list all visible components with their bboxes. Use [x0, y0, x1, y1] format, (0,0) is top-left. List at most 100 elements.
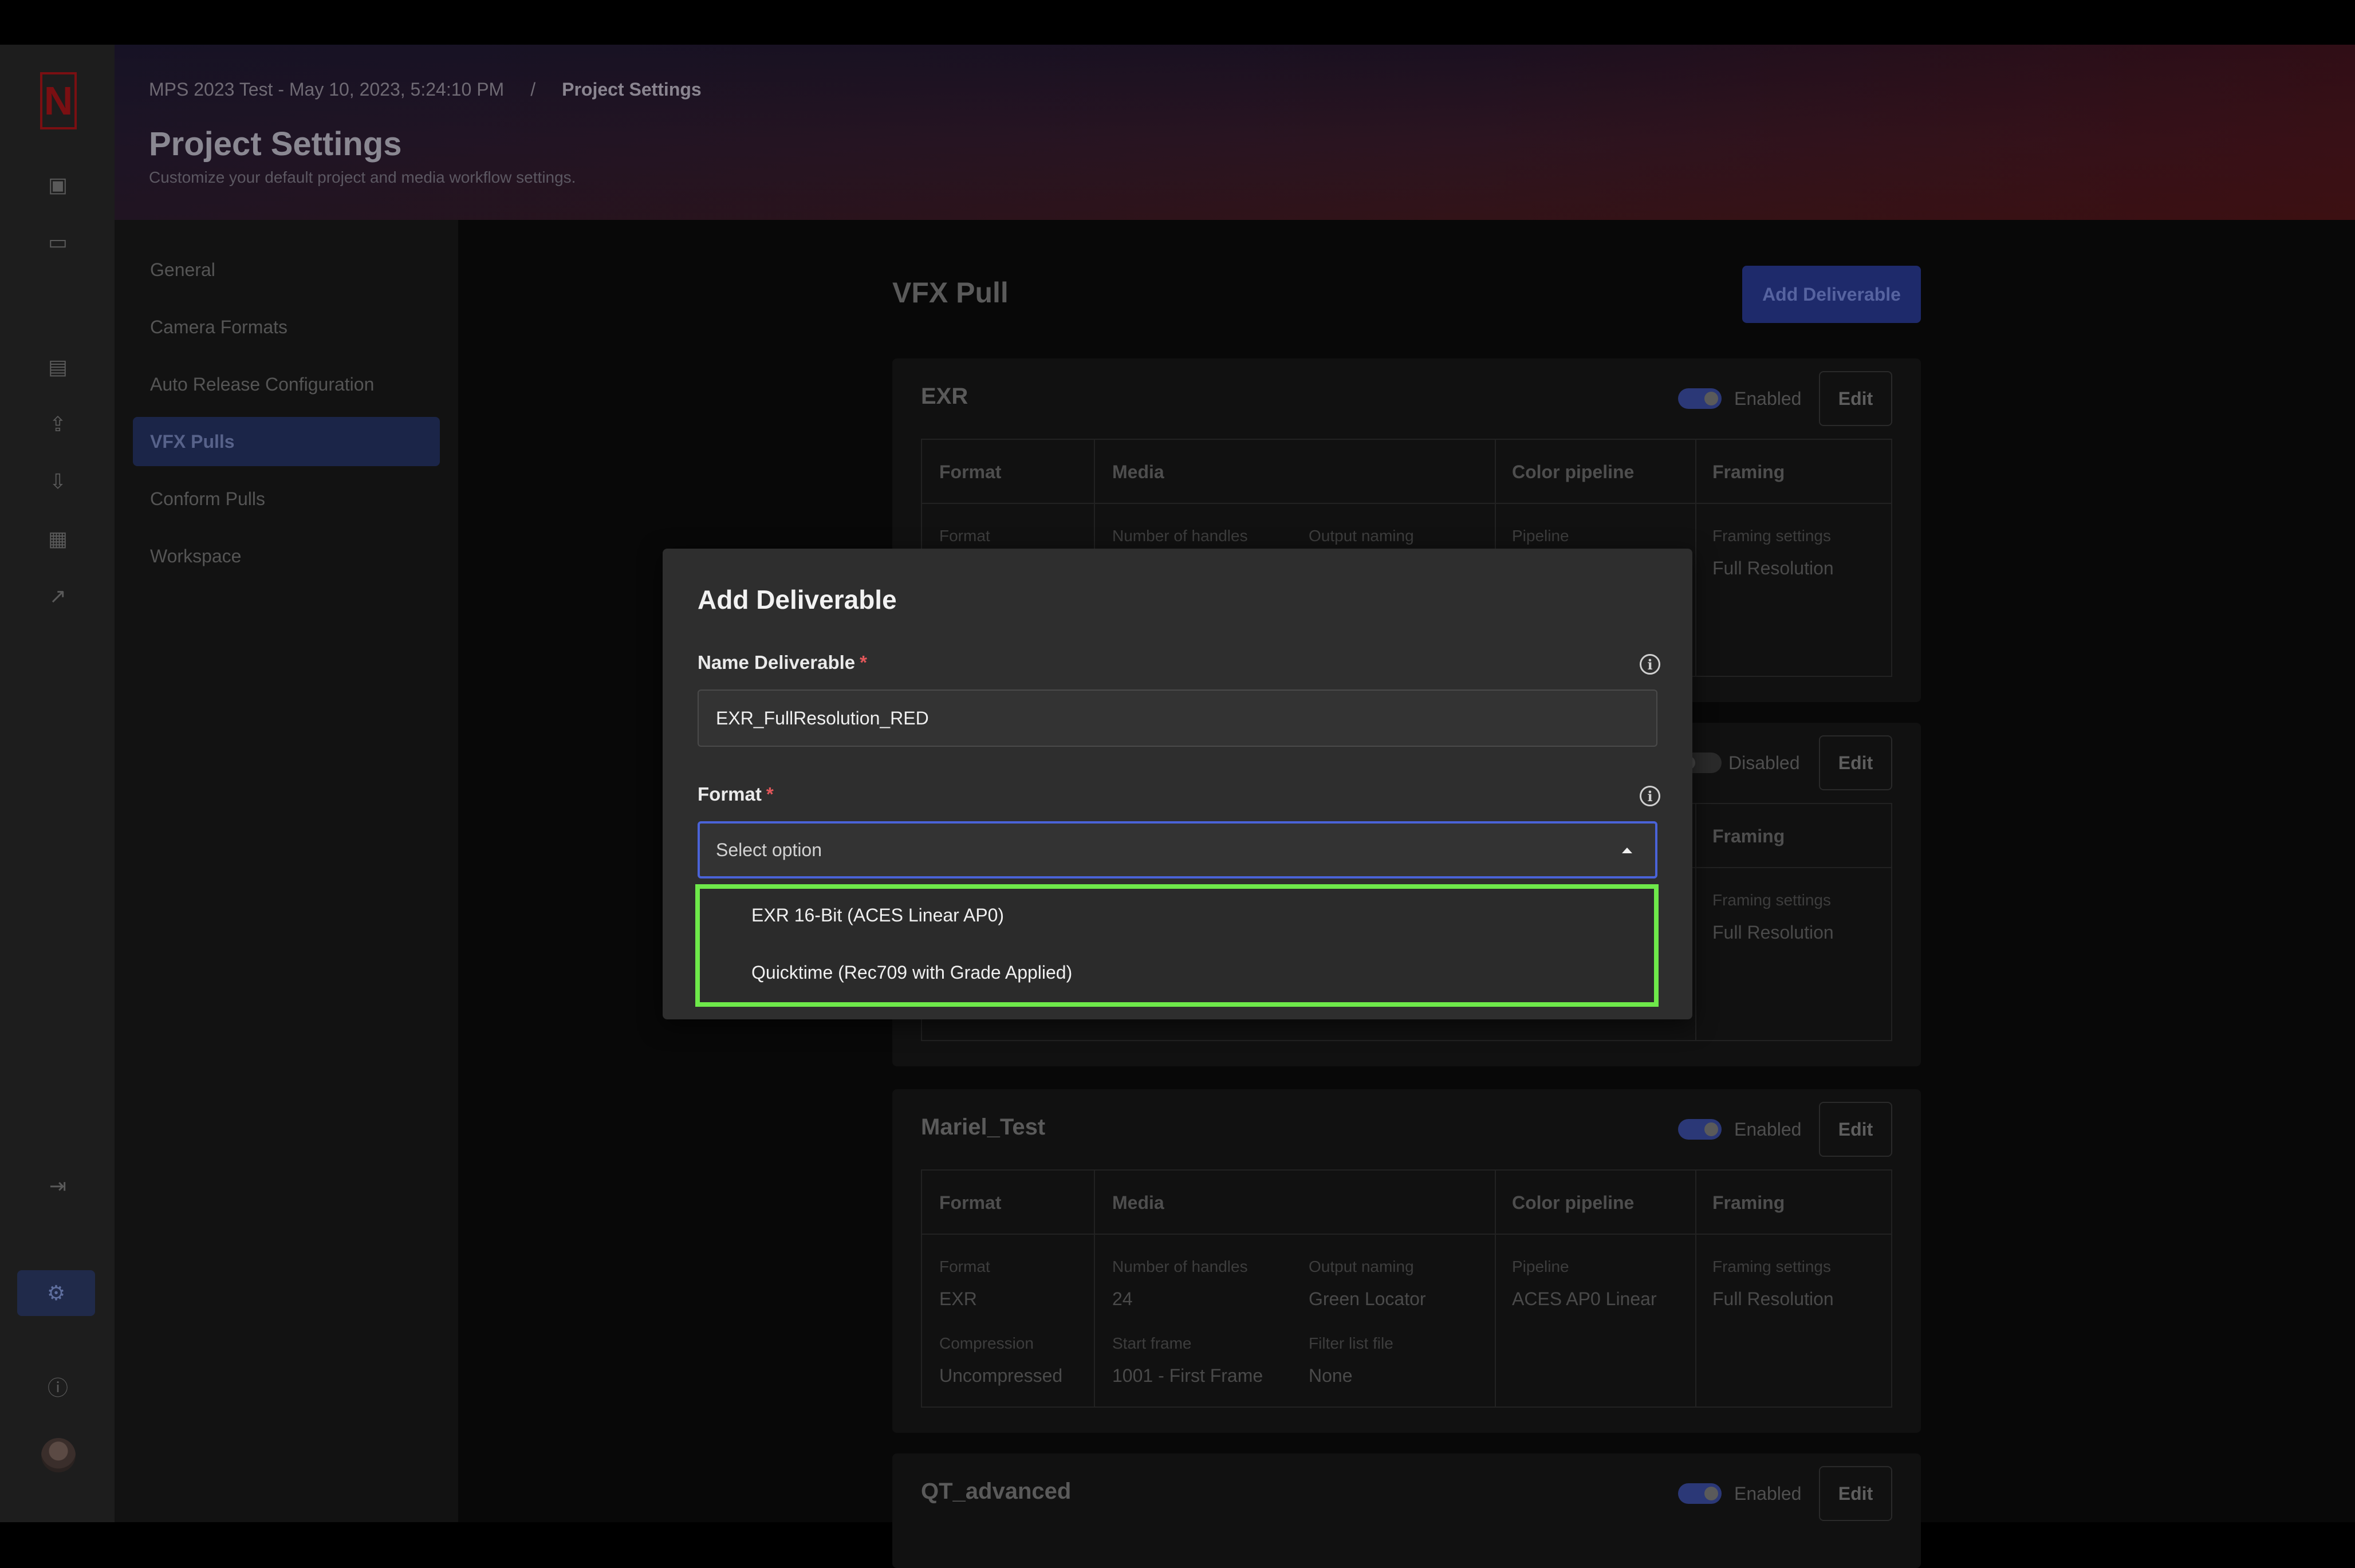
breadcrumb: MPS 2023 Test - May 10, 2023, 5:24:10 PM…: [149, 79, 702, 100]
enabled-toggle[interactable]: [1678, 1483, 1722, 1504]
col-media: Media: [1112, 1192, 1164, 1213]
field-label: Framing settings: [1712, 891, 1831, 909]
toggle-label: Disabled: [1728, 753, 1800, 773]
edit-button[interactable]: Edit: [1819, 1102, 1892, 1157]
nav-item-conform-pulls[interactable]: Conform Pulls: [133, 474, 440, 523]
field-value: 24: [1112, 1289, 1133, 1309]
format-options-dropdown: EXR 16-Bit (ACES Linear AP0) Quicktime (…: [695, 884, 1659, 1007]
field-value: Full Resolution: [1712, 922, 1834, 943]
play-icon[interactable]: ▣: [45, 172, 71, 198]
toggle-label: Enabled: [1734, 1483, 1802, 1504]
download-icon[interactable]: ⇩: [45, 468, 71, 495]
field-label: Pipeline: [1512, 1258, 1569, 1275]
field-label: Format: [939, 527, 990, 545]
nav-item-vfx-pulls[interactable]: VFX Pulls: [133, 417, 440, 466]
field-value: Full Resolution: [1712, 558, 1834, 578]
field-value: None: [1309, 1365, 1353, 1386]
format-select[interactable]: Select option: [698, 821, 1657, 878]
netflix-logo-icon[interactable]: N: [40, 72, 77, 129]
arrow-icon[interactable]: ↗: [45, 583, 71, 609]
col-framing: Framing: [1712, 462, 1785, 482]
collapse-icon[interactable]: ⇥: [45, 1173, 71, 1199]
help-icon[interactable]: ⓘ: [45, 1373, 71, 1400]
enabled-toggle[interactable]: [1678, 1119, 1722, 1140]
info-icon[interactable]: i: [1640, 786, 1660, 806]
field-label: Start frame: [1112, 1334, 1192, 1352]
settings-nav: General Camera Formats Auto Release Conf…: [115, 220, 458, 1522]
edit-button[interactable]: Edit: [1819, 1466, 1892, 1521]
required-mark: *: [766, 783, 774, 805]
add-deliverable-button[interactable]: Add Deliverable: [1742, 266, 1921, 323]
breadcrumb-current: Project Settings: [562, 79, 702, 100]
label-text: Name Deliverable: [698, 652, 856, 673]
field-label: Output naming: [1309, 527, 1414, 545]
format-label: Format *: [698, 783, 774, 805]
col-color-pipeline: Color pipeline: [1512, 1192, 1635, 1213]
settings-gear-icon[interactable]: ⚙: [17, 1270, 95, 1316]
col-color-pipeline: Color pipeline: [1512, 462, 1635, 482]
field-label: Compression: [939, 1334, 1034, 1352]
nav-item-auto-release[interactable]: Auto Release Configuration: [133, 360, 440, 409]
edit-button[interactable]: Edit: [1819, 371, 1892, 426]
page-subtitle: Customize your default project and media…: [149, 168, 576, 186]
calendar-icon[interactable]: ▦: [45, 526, 71, 552]
info-icon[interactable]: i: [1640, 654, 1660, 675]
field-label: Filter list file: [1309, 1334, 1393, 1352]
field-value: ACES AP0 Linear: [1512, 1289, 1657, 1309]
field-value: EXR: [939, 1289, 977, 1309]
edit-button[interactable]: Edit: [1819, 735, 1892, 790]
row-divider: [922, 1234, 1891, 1235]
field-value: Uncompressed: [939, 1365, 1063, 1386]
card-title: QT_advanced: [921, 1479, 1072, 1504]
nav-item-camera-formats[interactable]: Camera Formats: [133, 302, 440, 352]
upload-icon[interactable]: ⇪: [45, 411, 71, 438]
caret-up-icon: [1622, 848, 1632, 853]
nav-item-general[interactable]: General: [133, 245, 440, 294]
field-value: Full Resolution: [1712, 1289, 1834, 1309]
col-divider: [1695, 804, 1696, 1041]
enabled-toggle[interactable]: [1678, 388, 1722, 409]
field-label: Pipeline: [1512, 527, 1569, 545]
select-placeholder: Select option: [716, 839, 822, 860]
option-exr-16bit[interactable]: EXR 16-Bit (ACES Linear AP0): [751, 905, 1004, 926]
deliverable-card-mariel-test: Mariel_Test Enabled Edit Format Media Co…: [892, 1089, 1921, 1433]
name-deliverable-input[interactable]: EXR_FullResolution_RED: [698, 690, 1657, 747]
name-deliverable-label: Name Deliverable *: [698, 652, 867, 673]
col-divider: [1695, 1171, 1696, 1408]
field-label: Number of handles: [1112, 527, 1248, 545]
media-icon[interactable]: ▤: [45, 354, 71, 380]
folder-icon[interactable]: ▭: [45, 229, 71, 255]
field-label: Number of handles: [1112, 1258, 1248, 1275]
field-label: Framing settings: [1712, 1258, 1831, 1275]
nav-item-workspace[interactable]: Workspace: [133, 531, 440, 581]
row-divider: [922, 503, 1891, 504]
col-divider: [1495, 1171, 1496, 1408]
field-label: Format: [939, 1258, 990, 1275]
app-rail: N ▣ ▭ ▤ ⇪ ⇩ ▦ ↗ ⇥ ⚙ ⓘ: [0, 45, 115, 1522]
required-mark: *: [860, 652, 867, 673]
field-label: Framing settings: [1712, 527, 1831, 545]
option-quicktime-rec709[interactable]: Quicktime (Rec709 with Grade Applied): [751, 962, 1072, 983]
breadcrumb-separator: /: [530, 79, 536, 100]
page-title: Project Settings: [149, 125, 402, 163]
avatar[interactable]: [41, 1438, 76, 1472]
field-value: 1001 - First Frame: [1112, 1365, 1263, 1386]
label-text: Format: [698, 783, 762, 805]
card-title: EXR: [921, 384, 968, 409]
field-label: Output naming: [1309, 1258, 1414, 1275]
col-format: Format: [939, 1192, 1002, 1213]
col-divider: [1695, 440, 1696, 677]
col-framing: Framing: [1712, 826, 1785, 846]
col-format: Format: [939, 462, 1002, 482]
col-framing: Framing: [1712, 1192, 1785, 1213]
deliverable-card-qt-advanced: QT_advanced Enabled Edit: [892, 1453, 1921, 1568]
card-title: Mariel_Test: [921, 1114, 1046, 1140]
breadcrumb-project[interactable]: MPS 2023 Test - May 10, 2023, 5:24:10 PM: [149, 79, 504, 100]
top-bar: [0, 0, 2355, 45]
field-value: Green Locator: [1309, 1289, 1426, 1309]
col-media: Media: [1112, 462, 1164, 482]
dialog-title: Add Deliverable: [698, 585, 897, 614]
toggle-label: Enabled: [1734, 1119, 1802, 1140]
section-title: VFX Pull: [892, 277, 1009, 309]
page-header: MPS 2023 Test - May 10, 2023, 5:24:10 PM…: [115, 45, 2355, 220]
